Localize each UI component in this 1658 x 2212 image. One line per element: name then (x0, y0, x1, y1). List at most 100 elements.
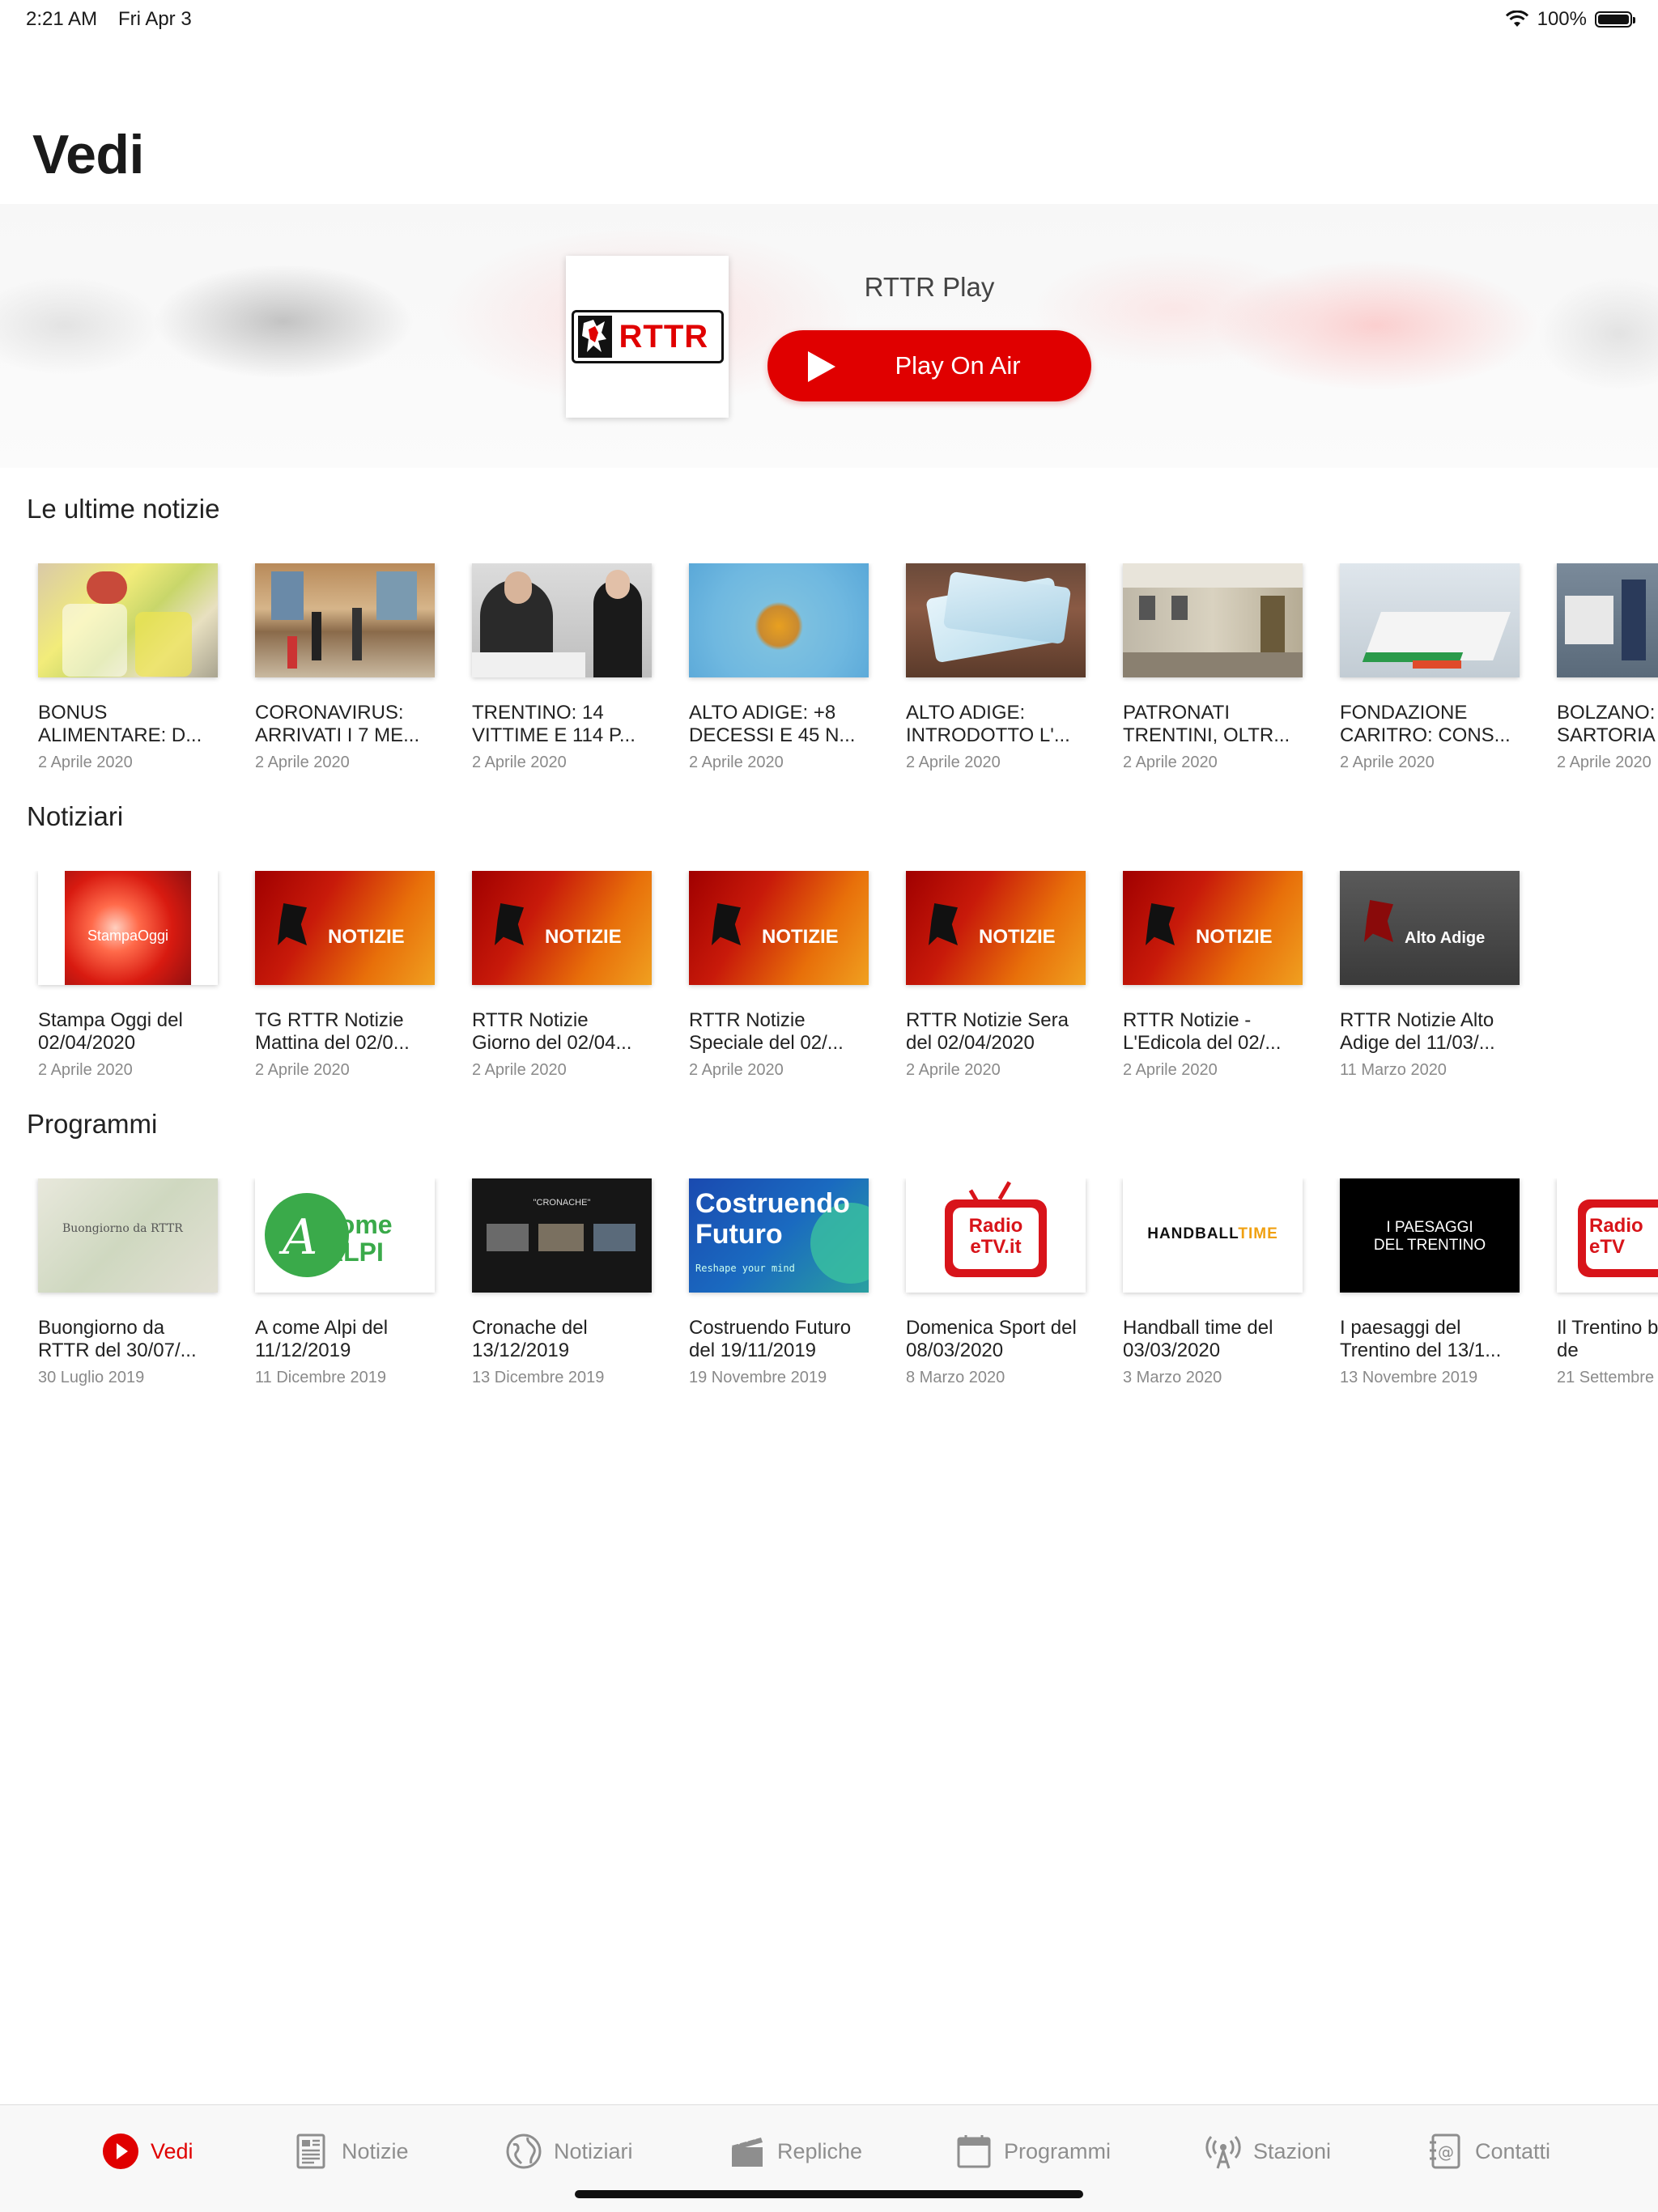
program-card[interactable]: A come ALPI A come Alpi del 11/12/2019 1… (255, 1178, 435, 1387)
news-date: 2 Aprile 2020 (689, 754, 784, 771)
news-date: 2 Aprile 2020 (1123, 754, 1218, 771)
battery-fill (1598, 15, 1629, 24)
wifi-icon (1505, 11, 1528, 27)
newscast-date: 2 Aprile 2020 (255, 1061, 350, 1079)
newscast-thumbnail: Alto Adige (1340, 871, 1520, 985)
address-book-icon: @ (1430, 2133, 1460, 2169)
newscast-card[interactable]: NOTIZIE RTTR Notizie - L'Edicola del 02/… (1123, 871, 1303, 1080)
program-card[interactable]: Radio eTV Il Trentino bambini de 21 Sett… (1557, 1178, 1658, 1387)
newscast-thumbnail: NOTIZIE (906, 871, 1086, 985)
newscast-card[interactable]: NOTIZIE RTTR Notizie Sera del 02/04/2020… (906, 871, 1086, 1080)
news-title: TRENTINO: 14 VITTIME E 114 P... (472, 702, 636, 746)
newscast-card[interactable]: NOTIZIE RTTR Notizie Speciale del 02/...… (689, 871, 869, 1080)
newscast-date: 2 Aprile 2020 (1123, 1061, 1218, 1079)
thumbnail-caption: NOTIZIE (545, 926, 622, 948)
newscast-thumbnail: NOTIZIE (472, 871, 652, 985)
program-date: 21 Settembre (1557, 1369, 1655, 1386)
news-card[interactable]: TRENTINO: 14 VITTIME E 114 P... 2 Aprile… (472, 563, 652, 772)
program-title: Cronache del 13/12/2019 (472, 1317, 588, 1361)
newscasts-row[interactable]: StampaOggi Stampa Oggi del 02/04/2020 2 … (0, 871, 1658, 1122)
program-title: Domenica Sport del 08/03/2020 (906, 1317, 1077, 1361)
news-card[interactable]: BOLZANO: SARTORIA 2 Aprile 2020 (1557, 563, 1658, 772)
news-title: BOLZANO: SARTORIA (1557, 702, 1656, 746)
news-row[interactable]: BONUS ALIMENTARE: D... 2 Aprile 2020 COR… (0, 563, 1658, 814)
news-thumbnail (38, 563, 218, 677)
tab-repliche[interactable]: Repliche (729, 2131, 862, 2172)
newscast-card[interactable]: NOTIZIE TG RTTR Notizie Mattina del 02/0… (255, 871, 435, 1080)
thumbnail-caption: Radio eTV.it (968, 1215, 1023, 1258)
newscast-date: 2 Aprile 2020 (38, 1061, 133, 1079)
news-card[interactable]: BONUS ALIMENTARE: D... 2 Aprile 2020 (38, 563, 218, 772)
newscast-thumbnail: NOTIZIE (689, 871, 869, 985)
status-time: 2:21 AM (26, 8, 98, 30)
program-card[interactable]: I PAESAGGI DEL TRENTINO I paesaggi del T… (1340, 1178, 1520, 1387)
newscast-title: TG RTTR Notizie Mattina del 02/0... (255, 1009, 410, 1054)
news-card[interactable]: CORONAVIRUS: ARRIVATI I 7 ME... 2 Aprile… (255, 563, 435, 772)
home-indicator[interactable] (575, 2190, 1083, 2198)
newscast-thumbnail: NOTIZIE (1123, 871, 1303, 985)
battery-percent: 100% (1537, 8, 1587, 30)
program-card[interactable]: Radio eTV.it Domenica Sport del 08/03/20… (906, 1178, 1086, 1387)
play-on-air-button[interactable]: Play On Air (767, 330, 1091, 401)
program-date: 8 Marzo 2020 (906, 1369, 1005, 1386)
clapperboard-icon (732, 2135, 763, 2167)
program-thumbnail: I PAESAGGI DEL TRENTINO (1340, 1178, 1520, 1293)
tab-label: Contatti (1475, 2138, 1551, 2163)
news-thumbnail (906, 563, 1086, 677)
thumbnail-caption: Buongiorno da RTTR (62, 1222, 183, 1235)
program-card[interactable]: "CRONACHE" Cronache del 13/12/2019 13 Di… (472, 1178, 652, 1387)
tab-contatti[interactable]: @ Contatti (1426, 2131, 1550, 2172)
thumbnail-caption: NOTIZIE (979, 926, 1056, 948)
antenna-icon (1205, 2135, 1241, 2169)
news-card[interactable]: FONDAZIONE CARITRO: CONS... 2 Aprile 202… (1340, 563, 1520, 772)
tab-notizie[interactable]: Notizie (293, 2131, 409, 2172)
programs-row[interactable]: Buongiorno da RTTR Buongiorno da RTTR de… (0, 1178, 1658, 1429)
page-title: Vedi (32, 124, 144, 185)
program-thumbnail: HANDBALLTIME (1123, 1178, 1303, 1293)
thumbnail-subcaption: Reshape your mind (695, 1263, 795, 1274)
tab-programmi[interactable]: Programmi (955, 2131, 1111, 2172)
program-thumbnail: Radio eTV.it (906, 1178, 1086, 1293)
newscast-title: RTTR Notizie Giorno del 02/04... (472, 1009, 632, 1054)
program-card[interactable]: HANDBALLTIME Handball time del 03/03/202… (1123, 1178, 1303, 1387)
tab-notiziari[interactable]: Notiziari (505, 2131, 633, 2172)
news-card[interactable]: PATRONATI TRENTINI, OLTR... 2 Aprile 202… (1123, 563, 1303, 772)
program-title: Buongiorno da RTTR del 30/07/... (38, 1317, 197, 1361)
news-title: BONUS ALIMENTARE: D... (38, 702, 202, 746)
svg-text:@: @ (1438, 2142, 1454, 2162)
program-date: 30 Luglio 2019 (38, 1369, 145, 1386)
tab-stazioni[interactable]: Stazioni (1205, 2131, 1331, 2172)
thumbnail-caption: NOTIZIE (1196, 926, 1273, 948)
thumbnail-caption: StampaOggi (87, 928, 169, 944)
section-title-newscasts: Notiziari (27, 801, 124, 831)
program-thumbnail: "CRONACHE" (472, 1178, 652, 1293)
newscast-title: RTTR Notizie Alto Adige del 11/03/... (1340, 1009, 1495, 1054)
thumbnail-caption: Costruendo Futuro (695, 1188, 850, 1250)
station-logo[interactable]: RTTR (566, 256, 729, 418)
newscast-title: RTTR Notizie Speciale del 02/... (689, 1009, 844, 1054)
thumbnail-caption-accent: TIME (1238, 1225, 1278, 1242)
news-card[interactable]: ALTO ADIGE: INTRODOTTO L'... 2 Aprile 20… (906, 563, 1086, 772)
section-title-news: Le ultime notizie (27, 494, 220, 524)
news-title: FONDAZIONE CARITRO: CONS... (1340, 702, 1511, 746)
newscast-title: RTTR Notizie - L'Edicola del 02/... (1123, 1009, 1282, 1054)
newscast-card[interactable]: NOTIZIE RTTR Notizie Giorno del 02/04...… (472, 871, 652, 1080)
newscast-title: RTTR Notizie Sera del 02/04/2020 (906, 1009, 1069, 1054)
tab-label: Vedi (151, 2138, 193, 2163)
globe-icon (506, 2133, 542, 2169)
play-circle-icon (103, 2133, 138, 2169)
news-date: 2 Aprile 2020 (1340, 754, 1435, 771)
newscast-date: 2 Aprile 2020 (472, 1061, 567, 1079)
logo-text: RTTR (619, 318, 709, 355)
news-card[interactable]: ALTO ADIGE: +8 DECESSI E 45 N... 2 April… (689, 563, 869, 772)
news-thumbnail (472, 563, 652, 677)
tab-vedi[interactable]: Vedi (102, 2131, 193, 2172)
tab-label: Notiziari (554, 2138, 633, 2163)
status-date: Fri Apr 3 (118, 8, 192, 30)
tab-label: Notizie (342, 2138, 409, 2163)
newscast-card[interactable]: Alto Adige RTTR Notizie Alto Adige del 1… (1340, 871, 1520, 1080)
newscast-card[interactable]: StampaOggi Stampa Oggi del 02/04/2020 2 … (38, 871, 218, 1080)
calendar-icon (957, 2135, 991, 2168)
program-card[interactable]: Buongiorno da RTTR Buongiorno da RTTR de… (38, 1178, 218, 1387)
program-card[interactable]: Costruendo Futuro Reshape your mind Cost… (689, 1178, 869, 1387)
